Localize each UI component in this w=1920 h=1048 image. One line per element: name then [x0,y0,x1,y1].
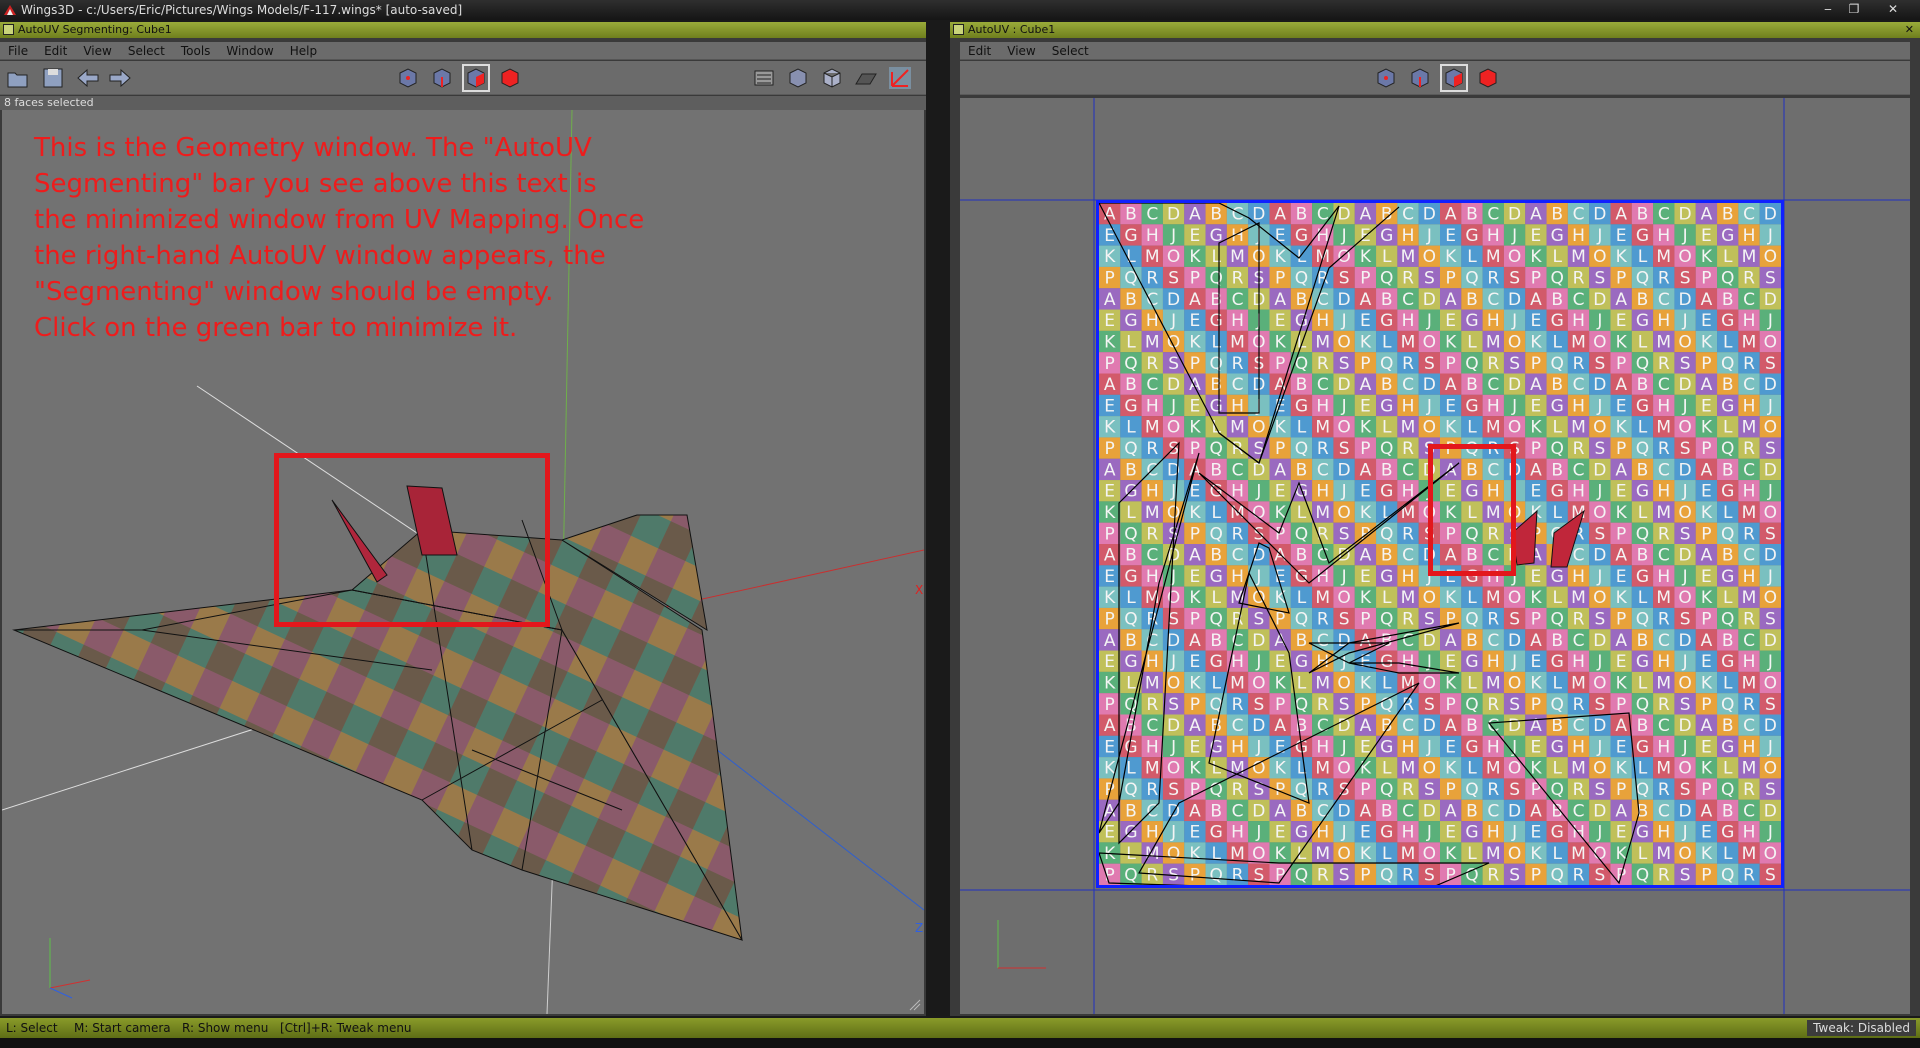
geometry-viewport[interactable]: X Z This is the Geometry window. The "Au… [2,110,924,1014]
menu-file[interactable]: File [0,42,36,60]
hint-right-click: R: Show menu [182,1021,269,1035]
tweak-status[interactable]: Tweak: Disabled [1807,1020,1916,1036]
resize-grip-icon[interactable] [908,998,922,1012]
uv-texture-area[interactable]: ABCDABCDABCDABCDABCDABCDABCDABCDEGHJEGHJ… [1096,200,1784,888]
perspective-icon[interactable] [752,66,776,90]
hint-left-click: L: Select [6,1021,58,1035]
edge-mode-icon[interactable] [1408,66,1432,90]
hint-ctrl-right-click: [Ctrl]+R: Tweak menu [280,1021,412,1035]
window-close-icon[interactable] [953,24,964,35]
menu-select[interactable]: Select [120,42,173,60]
hint-middle-click: M: Start camera [74,1021,171,1035]
body-mode-icon[interactable] [498,66,522,90]
face-mode-icon[interactable] [1440,64,1468,92]
wireframe-icon[interactable] [820,66,844,90]
geometry-window: AutoUV Segmenting: Cube1 File Edit View Sel… [0,22,926,1016]
taskbar-strip [0,1038,1920,1048]
open-file-icon[interactable] [6,66,30,90]
menu-select[interactable]: Select [1044,42,1097,60]
maximize-button[interactable]: ❐ [1842,1,1866,17]
autouv-window-titlebar[interactable]: AutoUV : Cube1 ✕ [950,22,1920,38]
x-axis-label: X [915,583,923,597]
vertex-mode-icon[interactable] [396,66,420,90]
menu-window[interactable]: Window [218,42,281,60]
minimize-button[interactable]: ‒ [1816,1,1840,17]
window-icon [3,24,14,35]
geometry-window-titlebar[interactable]: AutoUV Segmenting: Cube1 [0,22,926,38]
autouv-window-title: AutoUV : Cube1 [968,23,1056,36]
highlight-box-geometry [274,453,550,627]
highlight-box-uv [1428,444,1516,576]
geometry-window-title: AutoUV Segmenting: Cube1 [18,23,172,36]
geometry-toolbar [0,61,926,95]
smooth-preview-icon[interactable] [786,66,810,90]
axes-icon[interactable] [888,66,912,90]
status-bar: L: Select M: Start camera R: Show menu [… [0,1018,1920,1038]
selection-info: 8 faces selected [0,96,926,110]
menu-edit[interactable]: Edit [36,42,75,60]
close-button[interactable]: ✕ [1870,1,1916,17]
z-axis-label: Z [915,921,923,935]
ground-plane-icon[interactable] [854,66,878,90]
wings3d-logo-icon [4,5,16,15]
menu-view[interactable]: View [999,42,1043,60]
app-title: Wings3D - c:/Users/Eric/Pictures/Wings M… [21,3,463,17]
redo-icon[interactable] [108,66,132,90]
tutorial-annotation: This is the Geometry window. The "AutoUV… [34,133,645,343]
save-icon[interactable] [41,66,65,90]
menu-tools[interactable]: Tools [173,42,219,60]
undo-icon[interactable] [76,66,100,90]
autouv-close-button[interactable]: ✕ [1905,22,1914,38]
app-titlebar: Wings3D - c:/Users/Eric/Pictures/Wings M… [0,0,1920,20]
edge-mode-icon[interactable] [430,66,454,90]
autouv-menubar: Edit View Select [960,42,1910,60]
menu-help[interactable]: Help [282,42,325,60]
autouv-toolbar [960,61,1910,95]
body-mode-icon[interactable] [1476,66,1500,90]
vertex-mode-icon[interactable] [1374,66,1398,90]
menu-edit[interactable]: Edit [960,42,999,60]
menu-view[interactable]: View [75,42,119,60]
geometry-menubar: File Edit View Select Tools Window Help [0,42,926,60]
face-mode-icon[interactable] [462,64,490,92]
